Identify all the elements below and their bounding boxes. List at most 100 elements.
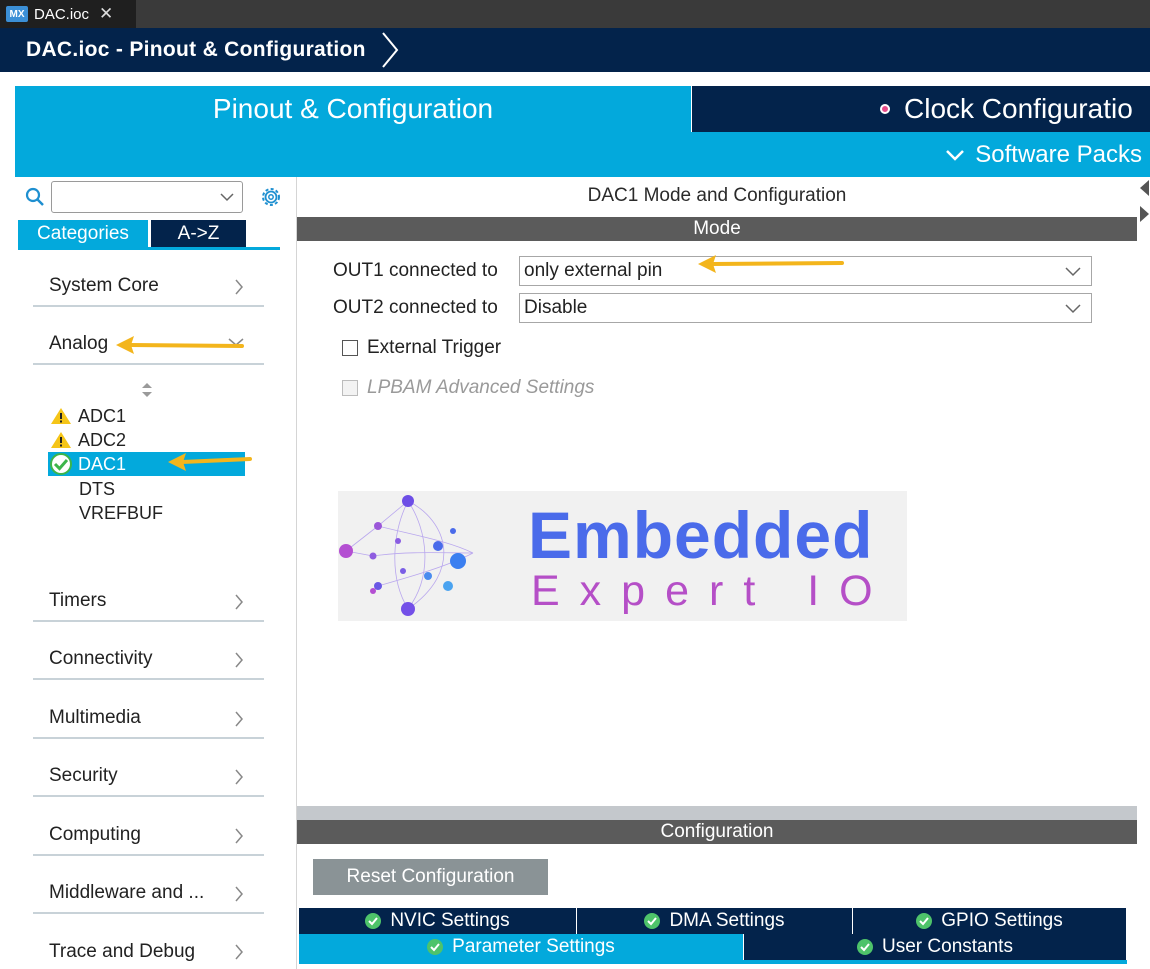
annotation-arrow-icon [168, 453, 252, 471]
chevron-right-icon [235, 769, 243, 785]
sub-toolbar: Software Packs [15, 132, 1150, 177]
cubemx-app-icon: MX [6, 6, 28, 22]
embedded-expert-io-logo: Embedded Expert IO [338, 491, 907, 621]
check-circle-icon [427, 939, 444, 955]
file-tab-label: DAC.ioc [34, 5, 90, 23]
chevron-right-icon [235, 711, 243, 727]
annotation-arrow-icon [116, 336, 244, 354]
external-trigger-checkbox[interactable] [342, 340, 358, 356]
category-computing[interactable]: Computing [33, 816, 264, 856]
category-label: Computing [49, 824, 141, 845]
collapse-panel-icon[interactable] [1137, 178, 1150, 228]
chevron-down-icon [1065, 267, 1081, 277]
out2-select[interactable]: Disable [519, 293, 1092, 323]
reset-configuration-button[interactable]: Reset Configuration [313, 859, 548, 895]
category-label: Analog [49, 333, 109, 354]
category-timers[interactable]: Timers [33, 582, 264, 622]
close-icon[interactable]: ✕ [99, 4, 113, 24]
chevron-right-icon [235, 828, 243, 844]
check-circle-icon [916, 913, 933, 929]
chevron-right-icon [235, 886, 243, 902]
analog-item-adc2[interactable]: ADC2 [50, 428, 126, 452]
warning-icon [51, 408, 71, 424]
tab-dma-settings[interactable]: DMA Settings [577, 908, 853, 934]
software-packs-menu[interactable]: Software Packs [945, 132, 1142, 177]
tab-a-z[interactable]: A->Z [151, 220, 246, 247]
tab-underline [299, 960, 1127, 964]
category-label: System Core [49, 275, 159, 296]
analog-item-label: DTS [79, 478, 115, 499]
network-globe-icon [339, 495, 474, 616]
category-tabs: Categories A->Z [18, 220, 280, 250]
tab-user-constants[interactable]: User Constants [744, 934, 1127, 960]
category-connectivity[interactable]: Connectivity [33, 640, 264, 680]
analog-item-label: DAC1 [78, 453, 127, 474]
category-security[interactable]: Security [33, 757, 264, 797]
chevron-right-icon [235, 652, 243, 668]
search-input[interactable] [51, 181, 243, 213]
tab-pinout-configuration[interactable]: Pinout & Configuration [15, 86, 691, 132]
category-label: Security [49, 765, 118, 786]
main-tabs: Pinout & Configuration Clock Configurati… [15, 86, 1150, 132]
analog-item-label: ADC1 [78, 405, 127, 426]
out2-row: OUT2 connected to Disable [333, 293, 1092, 323]
mode-section-header: Mode [297, 217, 1137, 241]
category-middleware[interactable]: Middleware and ... [33, 874, 264, 914]
software-packs-label: Software Packs [975, 140, 1142, 168]
gear-icon[interactable] [259, 185, 283, 209]
analog-item-label: VREFBUF [79, 502, 164, 523]
search-icon[interactable] [25, 187, 45, 207]
tab-clock-label: Clock Configuratio [904, 93, 1133, 124]
out1-value: only external pin [524, 260, 663, 281]
category-trace-and-debug[interactable]: Trace and Debug [33, 932, 264, 969]
analog-item-vrefbuf[interactable]: VREFBUF [50, 501, 163, 525]
analog-item-label: ADC2 [78, 429, 127, 450]
breadcrumb: DAC.ioc - Pinout & Configuration [0, 28, 1150, 72]
lpbam-label: LPBAM Advanced Settings [367, 377, 595, 398]
analog-item-dts[interactable]: DTS [50, 477, 115, 501]
logo-text-embedded: Embedded [528, 498, 874, 572]
tab-parameter-settings[interactable]: Parameter Settings [299, 934, 744, 960]
check-circle-icon [50, 453, 72, 475]
analog-item-adc1[interactable]: ADC1 [50, 404, 126, 428]
status-dot-icon [880, 104, 890, 114]
chevron-down-icon [946, 149, 965, 161]
logo-text-expert-io: Expert IO [531, 567, 893, 615]
category-system-core[interactable]: System Core [33, 267, 264, 307]
tab-nvic-settings[interactable]: NVIC Settings [299, 908, 577, 934]
tab-gpio-settings[interactable]: GPIO Settings [853, 908, 1127, 934]
tab-label: Parameter Settings [452, 936, 615, 957]
chevron-down-icon [1065, 304, 1081, 314]
tab-label: GPIO Settings [941, 910, 1063, 931]
file-tab[interactable]: MX DAC.ioc ✕ [0, 0, 136, 28]
category-label: Trace and Debug [49, 941, 196, 962]
out2-label: OUT2 connected to [333, 297, 498, 318]
category-label: Timers [49, 590, 107, 611]
category-multimedia[interactable]: Multimedia [33, 699, 264, 739]
check-circle-icon [365, 913, 382, 929]
annotation-arrow-icon [698, 255, 844, 273]
category-label: Middleware and ... [49, 882, 205, 903]
chevron-right-icon [235, 279, 243, 295]
splitter[interactable] [297, 806, 1137, 820]
check-circle-icon [857, 939, 874, 955]
chevron-right-icon [235, 944, 243, 960]
check-circle-icon [644, 913, 661, 929]
tab-categories[interactable]: Categories [18, 220, 148, 247]
breadcrumb-title[interactable]: DAC.ioc - Pinout & Configuration [26, 38, 366, 62]
tab-clock-configuration[interactable]: Clock Configuratio [692, 86, 1150, 132]
external-trigger-row[interactable]: External Trigger [342, 337, 501, 359]
chevron-right-icon [235, 594, 243, 610]
external-trigger-label: External Trigger [367, 337, 502, 358]
tab-label: DMA Settings [669, 910, 785, 931]
configuration-section-header: Configuration [297, 820, 1137, 844]
dac1-config-panel: DAC1 Mode and Configuration Mode OUT1 co… [296, 177, 1137, 969]
panel-title: DAC1 Mode and Configuration [587, 185, 847, 206]
search-row [25, 181, 243, 213]
chevron-down-icon[interactable] [220, 193, 234, 202]
tab-label: User Constants [882, 936, 1013, 957]
sort-icon[interactable] [141, 382, 153, 398]
sidebar: Categories A->Z System Core Analog ADC1 … [15, 177, 285, 969]
category-label: Connectivity [49, 648, 153, 669]
chevron-right-icon [381, 32, 399, 68]
